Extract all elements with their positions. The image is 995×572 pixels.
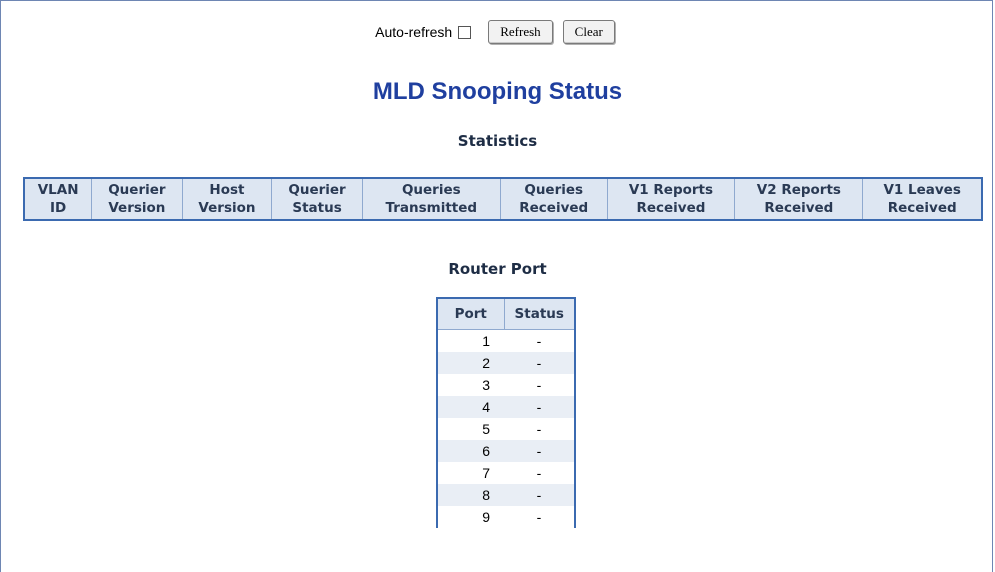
port-cell: 1 [482, 333, 490, 349]
table-row: 5 - [437, 418, 575, 440]
table-row: 9 - [437, 506, 575, 528]
table-row: 2 - [437, 352, 575, 374]
status-cell: - [536, 377, 542, 393]
port-cell: 9 [482, 509, 490, 525]
refresh-button[interactable]: Refresh [488, 20, 553, 44]
column-header-vlan-id: VLAN ID [24, 178, 93, 220]
port-cell: 4 [437, 396, 504, 418]
status-cell: - [504, 484, 575, 506]
column-header-queries-transmitted: Queries Transmitted [362, 178, 501, 220]
column-header-querier-version: Querier Version [91, 178, 183, 220]
statistics-title: Statistics [457, 132, 538, 150]
column-header-querier-status: Querier Status [271, 178, 363, 220]
column-header-queries-received: Queries Received [500, 178, 608, 220]
status-cell: - [536, 333, 542, 349]
column-header-v2-reports-received: V2 Reports Received [734, 178, 864, 220]
column-header-port: Port [437, 298, 505, 330]
table-row: 7 - [437, 462, 575, 484]
status-cell: - [536, 509, 542, 525]
status-cell: - [536, 465, 542, 481]
clear-button[interactable]: Clear [562, 20, 615, 44]
port-cell: 8 [437, 484, 504, 506]
table-row: 3 - [437, 374, 575, 396]
auto-refresh-label: Auto-refresh [375, 24, 453, 40]
port-cell: 2 [437, 352, 504, 374]
status-cell: - [504, 440, 575, 462]
page-title: MLD Snooping Status [372, 78, 623, 105]
router-port-table: Port Status 1 - 2 - 3 - 4 - 5 - 6 - 7 - … [436, 297, 576, 528]
port-cell: 7 [482, 465, 490, 481]
column-header-v1-reports-received: V1 Reports Received [607, 178, 736, 220]
column-header-host-version: Host Version [182, 178, 273, 220]
port-cell: 5 [482, 421, 490, 437]
table-row: 8 - [437, 484, 575, 506]
statistics-header-row: VLAN ID Querier Version Host Version Querie… [24, 178, 982, 220]
table-row: 1 - [437, 330, 575, 353]
table-row: 6 - [437, 440, 575, 462]
port-cell: 6 [437, 440, 504, 462]
router-port-title: Router Port [448, 260, 547, 278]
status-cell: - [504, 396, 575, 418]
status-cell: - [536, 421, 542, 437]
column-header-status: Status [504, 298, 575, 330]
statistics-table: VLAN ID Querier Version Host Version Querie… [23, 177, 983, 221]
auto-refresh-checkbox[interactable] [458, 25, 472, 39]
refresh-bar: Auto-refresh Refresh Clear [0, 20, 995, 44]
table-row: 4 - [437, 396, 575, 418]
column-header-v1-leaves-received: V1 Leaves Received [862, 178, 982, 220]
port-cell: 3 [482, 377, 490, 393]
status-cell: - [504, 352, 575, 374]
router-port-header-row: Port Status [437, 298, 575, 330]
